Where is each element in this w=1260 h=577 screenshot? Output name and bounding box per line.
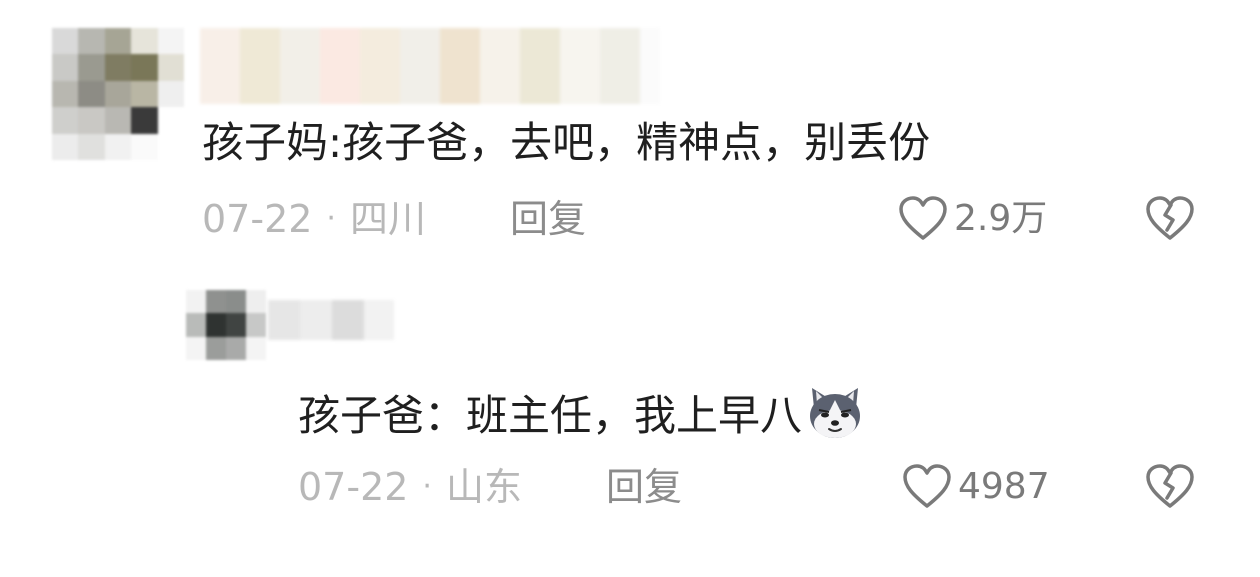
comment-text: 孩子爸：班主任，我上早八: [298, 384, 866, 453]
avatar[interactable]: [186, 290, 266, 360]
meta-separator: ·: [422, 469, 432, 504]
username-pixelated[interactable]: [200, 28, 660, 104]
like-count: 4987: [958, 466, 1050, 507]
username-pixelated[interactable]: [268, 300, 394, 340]
like-button[interactable]: 4987: [902, 464, 1050, 510]
comment-location: 四川: [349, 197, 426, 241]
broken-heart-icon: [1146, 464, 1194, 508]
comment-date: 07-22: [298, 465, 409, 509]
reply-button[interactable]: 回复: [510, 196, 586, 242]
like-count: 2.9万: [954, 198, 1048, 239]
reply-button[interactable]: 回复: [606, 464, 682, 510]
comment-meta: 07-22 · 山东: [298, 464, 522, 510]
dislike-button[interactable]: [1144, 464, 1196, 514]
heart-outline-icon: [899, 196, 947, 240]
comment-meta: 07-22 · 四川: [202, 196, 426, 242]
dislike-button[interactable]: [1144, 196, 1196, 246]
husky-dog-emoji: [804, 384, 866, 453]
like-button[interactable]: 2.9万: [898, 196, 1047, 242]
broken-heart-icon: [1146, 196, 1194, 240]
comment-text: 孩子妈:孩子爸，去吧，精神点，别丢份: [202, 118, 931, 167]
comment-location: 山东: [445, 465, 522, 509]
meta-separator: ·: [326, 201, 336, 236]
comment-date: 07-22: [202, 197, 313, 241]
avatar[interactable]: [52, 28, 184, 160]
heart-outline-icon: [903, 464, 951, 508]
